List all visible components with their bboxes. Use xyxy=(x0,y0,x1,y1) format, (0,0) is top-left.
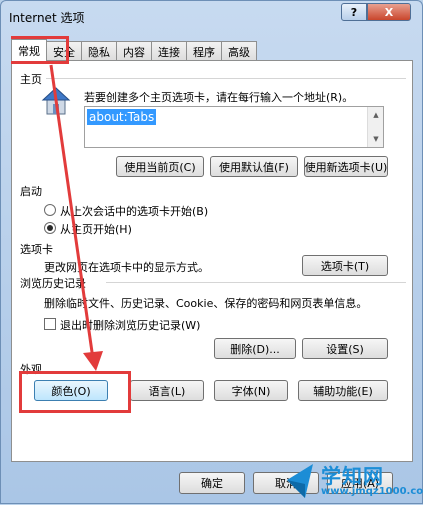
internet-options-window: Internet 选项 ? X 常规 安全 隐私 内容 连接 程序 高级 主页 … xyxy=(0,0,423,504)
watermark-logo-icon xyxy=(287,464,313,498)
watermark-text: 学知网 xyxy=(321,464,384,488)
watermark: 学知网 www.jmqz1000.com xyxy=(281,456,423,505)
watermark-url: www.jmqz1000.com xyxy=(321,486,423,497)
tab-general[interactable]: 常规 xyxy=(11,39,47,61)
annotation-arrow-icon xyxy=(49,64,103,371)
